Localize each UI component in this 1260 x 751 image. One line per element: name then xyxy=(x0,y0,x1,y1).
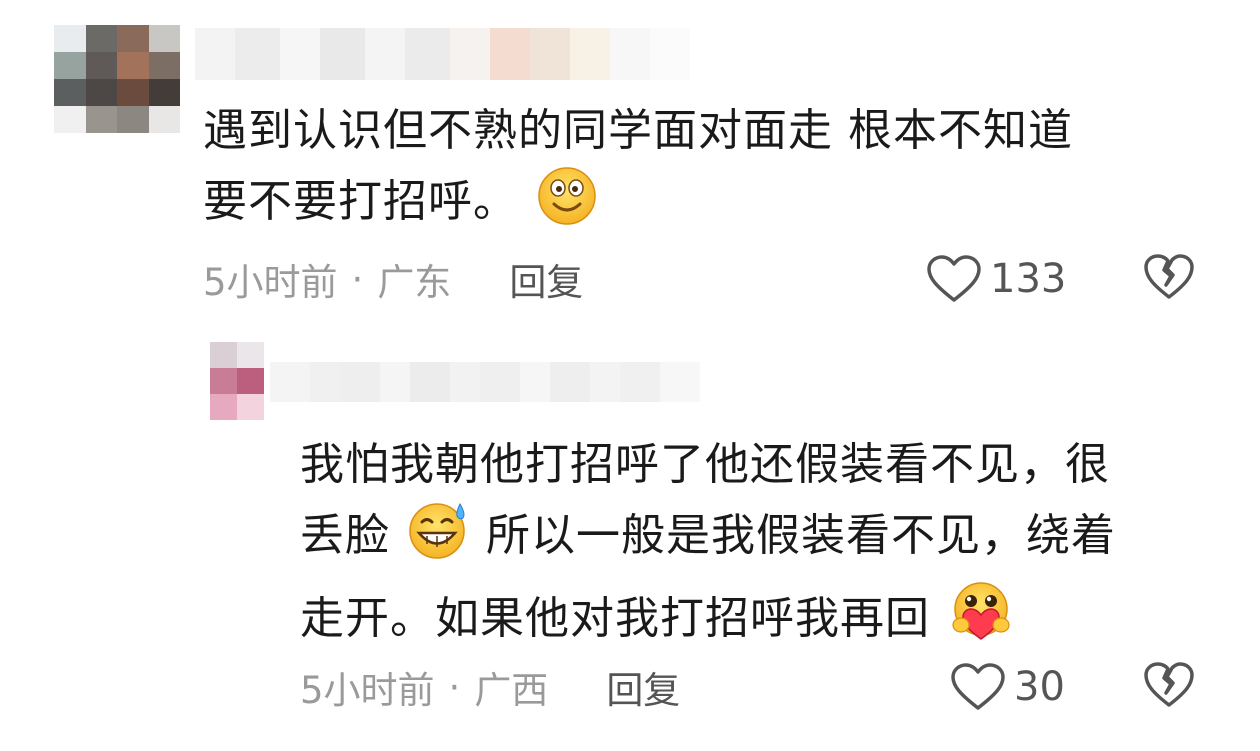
avatar-blurred[interactable] xyxy=(210,342,264,420)
broken-heart-icon xyxy=(1143,253,1195,301)
like-button[interactable]: 30 xyxy=(950,658,1065,716)
comment-line: 我怕我朝他打招呼了他还假装看不见，很 xyxy=(300,439,1110,490)
comment-line: 丢脸 xyxy=(300,510,390,561)
smile-emoji-icon xyxy=(537,166,597,247)
comment-meta: 5小时前 · 广东 回复 xyxy=(203,252,583,306)
like-count: 133 xyxy=(990,256,1067,302)
comment-line: 遇到认识但不熟的同学面对面走 根本不知道 xyxy=(203,105,1073,156)
like-count: 30 xyxy=(1014,664,1065,710)
sweat-grin-emoji-icon xyxy=(407,500,469,581)
comment-line: 要不要打招呼。 xyxy=(203,176,518,227)
comment-location: 广西 xyxy=(474,669,549,712)
broken-heart-icon xyxy=(1143,661,1195,709)
comment-line: 走开。如果他对我打招呼我再回 xyxy=(300,593,930,644)
separator-dot: · xyxy=(351,257,364,301)
reply-button[interactable]: 回复 xyxy=(509,252,583,306)
avatar-blurred[interactable] xyxy=(54,25,180,133)
comment-time: 5小时前 xyxy=(300,669,435,712)
username-blurred[interactable] xyxy=(195,28,690,80)
dislike-button[interactable] xyxy=(1143,253,1195,301)
like-button[interactable]: 133 xyxy=(926,250,1066,308)
heart-hug-emoji-icon xyxy=(949,581,1013,664)
username-blurred[interactable] xyxy=(270,362,700,402)
separator-dot: · xyxy=(448,665,461,709)
reply-text: 我怕我朝他打招呼了他还假装看不见，很 丢脸 所以一般是我假装看不见，绕着 走开。… xyxy=(300,430,1210,664)
dislike-button[interactable] xyxy=(1143,661,1195,709)
reply-button[interactable]: 回复 xyxy=(606,660,680,714)
heart-icon xyxy=(926,254,982,304)
comment-text: 遇到认识但不熟的同学面对面走 根本不知道 要不要打招呼。 xyxy=(203,96,1203,247)
heart-icon xyxy=(950,662,1006,712)
comment-location: 广东 xyxy=(377,261,452,304)
comment-meta: 5小时前 · 广西 回复 xyxy=(300,660,680,714)
comment-line: 所以一般是我假装看不见，绕着 xyxy=(486,510,1116,561)
comment-time: 5小时前 xyxy=(203,261,338,304)
